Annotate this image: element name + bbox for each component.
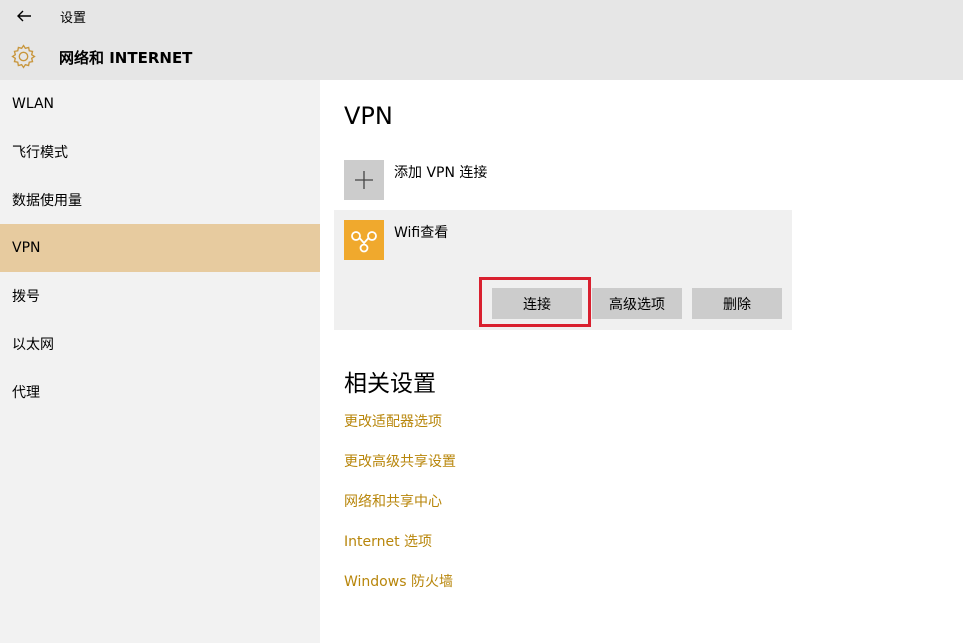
page-title: 网络和 INTERNET bbox=[59, 49, 193, 67]
link-adapter-options[interactable]: 更改适配器选项 bbox=[344, 411, 442, 431]
connect-highlight-box bbox=[479, 277, 591, 327]
sidebar-item-proxy[interactable]: 代理 bbox=[0, 368, 320, 416]
sidebar-item-ethernet[interactable]: 以太网 bbox=[0, 320, 320, 368]
sidebar-item-data-usage[interactable]: 数据使用量 bbox=[0, 176, 320, 224]
back-button[interactable] bbox=[10, 4, 38, 28]
vpn-connection-card[interactable]: Wifi查看 连接 高级选项 删除 bbox=[334, 210, 792, 330]
plus-icon bbox=[344, 160, 384, 200]
window-title: 设置 bbox=[60, 11, 87, 26]
sidebar-item-vpn[interactable]: VPN bbox=[0, 224, 320, 272]
vpn-link-icon bbox=[344, 220, 384, 260]
sidebar-item-wlan[interactable]: WLAN bbox=[0, 80, 320, 128]
page-header: 网络和 INTERNET bbox=[0, 32, 963, 80]
gear-icon bbox=[11, 44, 36, 69]
link-internet-options[interactable]: Internet 选项 bbox=[344, 531, 432, 551]
link-windows-firewall[interactable]: Windows 防火墙 bbox=[344, 571, 453, 591]
sidebar: WLAN 飞行模式 数据使用量 VPN 拨号 以太网 代理 bbox=[0, 80, 320, 643]
link-advanced-sharing[interactable]: 更改高级共享设置 bbox=[344, 451, 456, 471]
sidebar-item-airplane-mode[interactable]: 飞行模式 bbox=[0, 128, 320, 176]
delete-button[interactable]: 删除 bbox=[692, 288, 782, 319]
back-arrow-icon bbox=[17, 10, 31, 22]
vpn-connection-name: Wifi查看 bbox=[394, 225, 449, 241]
section-title-vpn: VPN bbox=[344, 102, 393, 130]
add-vpn-button[interactable]: 添加 VPN 连接 bbox=[344, 160, 544, 200]
sidebar-item-dial-up[interactable]: 拨号 bbox=[0, 272, 320, 320]
add-vpn-label: 添加 VPN 连接 bbox=[394, 165, 488, 181]
title-bar: 设置 bbox=[0, 0, 963, 32]
main-content: VPN 添加 VPN 连接 Wifi查看 连接 高级选项 删除 相关设置 更改适… bbox=[320, 80, 963, 643]
related-settings-title: 相关设置 bbox=[344, 371, 436, 397]
link-network-sharing-center[interactable]: 网络和共享中心 bbox=[344, 491, 442, 511]
advanced-options-button[interactable]: 高级选项 bbox=[592, 288, 682, 319]
